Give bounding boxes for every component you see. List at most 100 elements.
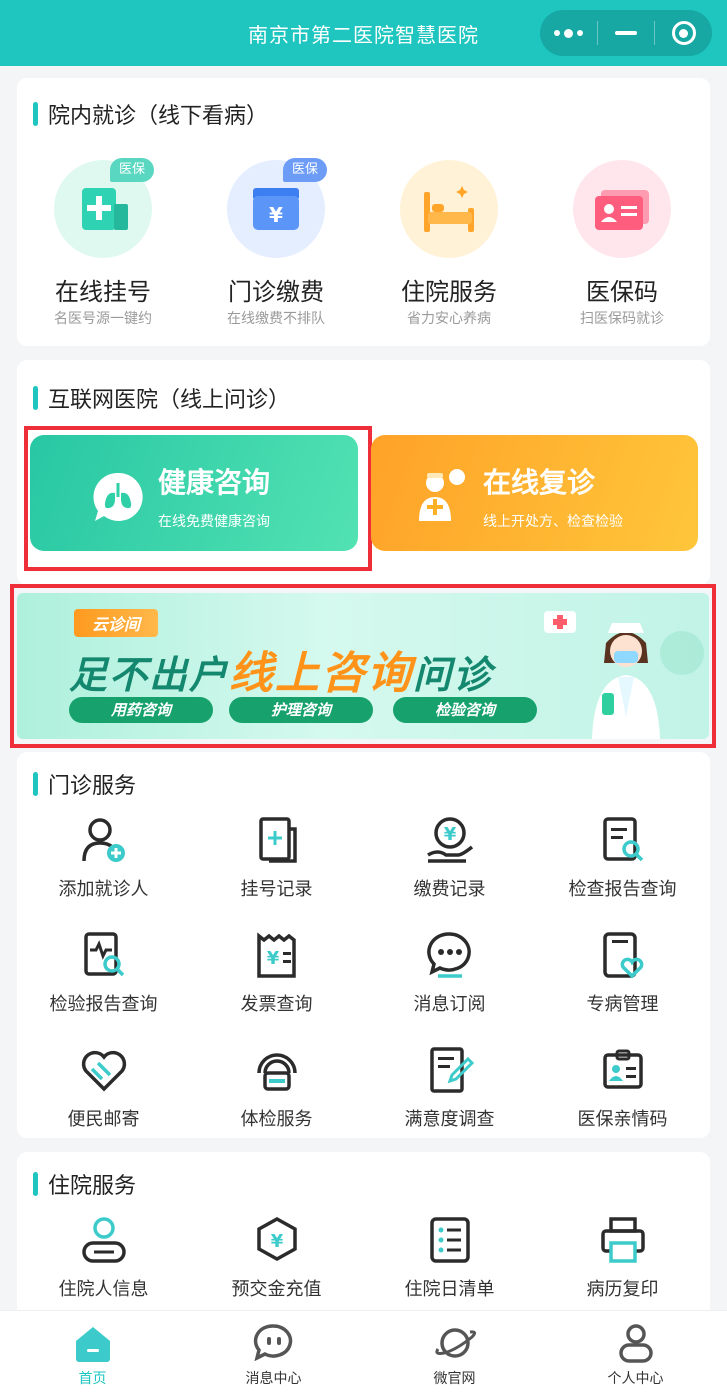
minimize-icon <box>615 31 637 35</box>
svg-text:¥: ¥ <box>444 824 457 845</box>
add-patient-item[interactable]: 添加就诊人 <box>17 815 190 915</box>
item-label: 医保码 <box>586 278 658 306</box>
svg-text:¥: ¥ <box>269 203 283 227</box>
item-label: 添加就诊人 <box>58 879 149 900</box>
checkup-service-item[interactable]: 体检服务 <box>190 1045 363 1145</box>
lab-report-icon <box>84 932 125 977</box>
inpatient-info-item[interactable]: 住院人信息 <box>17 1215 190 1315</box>
item-subtitle: 名医号源一键约 <box>54 311 152 327</box>
deposit-recharge-item[interactable]: ¥ 预交金充值 <box>190 1215 363 1315</box>
item-label: 门诊缴费 <box>228 278 324 306</box>
disease-management-icon <box>603 932 644 979</box>
payment-record-item[interactable]: ¥ 缴费记录 <box>363 815 536 915</box>
item-label: 缴费记录 <box>413 879 486 900</box>
invoice-icon: ¥ <box>257 932 296 978</box>
exam-report-icon <box>603 817 644 862</box>
home-icon <box>76 1327 110 1362</box>
online-revisit-title: 在线复诊 <box>483 466 596 499</box>
family-insurance-code-item[interactable]: 医保亲情码 <box>536 1045 709 1145</box>
tab-label: 消息中心 <box>245 1371 302 1387</box>
tab-messages[interactable]: 消息中心 <box>183 1311 364 1395</box>
mini-program-capsule <box>540 10 712 56</box>
item-label: 满意度调查 <box>404 1109 495 1130</box>
item-label: 住院日清单 <box>404 1279 495 1300</box>
offline-section-title: 院内就诊（线下看病） <box>33 98 268 130</box>
item-label: 检查报告查询 <box>568 879 677 900</box>
inpatient-info-icon <box>82 1217 126 1263</box>
daily-list-icon <box>430 1217 470 1263</box>
item-label: 体检服务 <box>240 1109 313 1130</box>
item-label: 住院服务 <box>401 278 497 306</box>
highlight-box-consult <box>24 426 372 571</box>
add-person-icon <box>82 818 125 862</box>
mail-heart-icon <box>81 1050 127 1092</box>
item-label: 住院人信息 <box>58 1279 149 1300</box>
item-subtitle: 扫医保码就诊 <box>580 311 664 327</box>
disease-management-item[interactable]: 专病管理 <box>536 930 709 1030</box>
message-icon <box>253 1324 293 1362</box>
register-record-item[interactable]: 挂号记录 <box>190 815 363 915</box>
tab-profile[interactable]: 个人中心 <box>545 1311 726 1395</box>
record-copy-item[interactable]: 病历复印 <box>536 1215 709 1315</box>
exam-report-item[interactable]: 检查报告查询 <box>536 815 709 915</box>
online-revisit-button[interactable]: 在线复诊 线上开处方、检查检验 <box>371 435 698 551</box>
message-subscribe-icon <box>427 932 471 978</box>
more-dots-icon <box>553 28 583 38</box>
item-label: 病历复印 <box>586 1279 659 1300</box>
item-label: 预交金充值 <box>231 1279 322 1300</box>
lab-report-item[interactable]: 检验报告查询 <box>17 930 190 1030</box>
item-label: 在线挂号 <box>55 278 151 306</box>
minimize-button[interactable] <box>598 10 655 56</box>
offline-visit-card: 院内就诊（线下看病） 医保 在线挂号 名医号源一键约 ¥ 医保 门诊缴费 在线缴… <box>17 78 710 346</box>
tab-label: 首页 <box>78 1371 107 1387</box>
close-miniprogram-button[interactable] <box>655 10 712 56</box>
online-section-title: 互联网医院（线上问诊） <box>33 382 290 414</box>
item-subtitle: 在线缴费不排队 <box>227 311 325 327</box>
top-nav-bar: 南京市第二医院智慧医院 <box>0 0 727 66</box>
online-register-item[interactable]: 医保 在线挂号 名医号源一键约 <box>18 158 188 330</box>
close-target-icon <box>671 21 696 45</box>
satisfaction-survey-item[interactable]: 满意度调查 <box>363 1045 536 1145</box>
family-insurance-icon <box>603 1049 643 1089</box>
item-label: 便民邮寄 <box>67 1109 140 1130</box>
item-label: 医保亲情码 <box>577 1109 668 1130</box>
highlight-box-banner <box>10 584 716 748</box>
person-icon <box>619 1324 653 1363</box>
hospital-bed-icon <box>400 160 498 258</box>
item-label: 专病管理 <box>586 994 659 1015</box>
doctor-icon <box>419 469 465 521</box>
inpatient-section-title: 住院服务 <box>33 1168 136 1200</box>
item-label: 发票查询 <box>240 994 313 1015</box>
outpatient-section-title: 门诊服务 <box>33 768 136 800</box>
tab-micro-site[interactable]: 微官网 <box>364 1311 545 1395</box>
insurance-badge: 医保 <box>110 158 155 182</box>
item-label: 消息订阅 <box>413 994 486 1015</box>
payment-record-icon: ¥ <box>427 817 474 863</box>
message-subscribe-item[interactable]: 消息订阅 <box>363 930 536 1030</box>
tab-home[interactable]: 首页 <box>2 1311 183 1395</box>
planet-icon <box>435 1328 476 1358</box>
item-subtitle: 省力安心养病 <box>407 311 491 327</box>
inpatient-service-item[interactable]: 住院服务 省力安心养病 <box>364 160 534 330</box>
daily-list-item[interactable]: 住院日清单 <box>363 1215 536 1315</box>
more-button[interactable] <box>540 10 597 56</box>
deposit-recharge-icon: ¥ <box>257 1216 297 1262</box>
tab-label: 个人中心 <box>607 1371 664 1387</box>
bottom-tab-bar: 首页 消息中心 微官网 个人中心 <box>0 1310 727 1395</box>
printer-icon <box>601 1217 645 1263</box>
insurance-card-icon <box>573 160 671 258</box>
invoice-query-item[interactable]: ¥ 发票查询 <box>190 930 363 1030</box>
svg-text:¥: ¥ <box>267 948 280 969</box>
item-label: 挂号记录 <box>240 879 313 900</box>
svg-text:¥: ¥ <box>271 1231 284 1252</box>
checkup-icon <box>257 1053 297 1091</box>
insurance-code-item[interactable]: 医保码 扫医保码就诊 <box>537 160 707 330</box>
tab-label: 微官网 <box>433 1371 476 1387</box>
convenience-mail-item[interactable]: 便民邮寄 <box>17 1045 190 1145</box>
survey-icon <box>430 1047 475 1093</box>
outpatient-payment-item[interactable]: ¥ 医保 门诊缴费 在线缴费不排队 <box>191 158 361 330</box>
online-revisit-subtitle: 线上开处方、检查检验 <box>483 514 623 530</box>
register-record-icon <box>259 817 297 863</box>
insurance-badge: 医保 <box>283 158 328 182</box>
item-label: 检验报告查询 <box>49 994 158 1015</box>
